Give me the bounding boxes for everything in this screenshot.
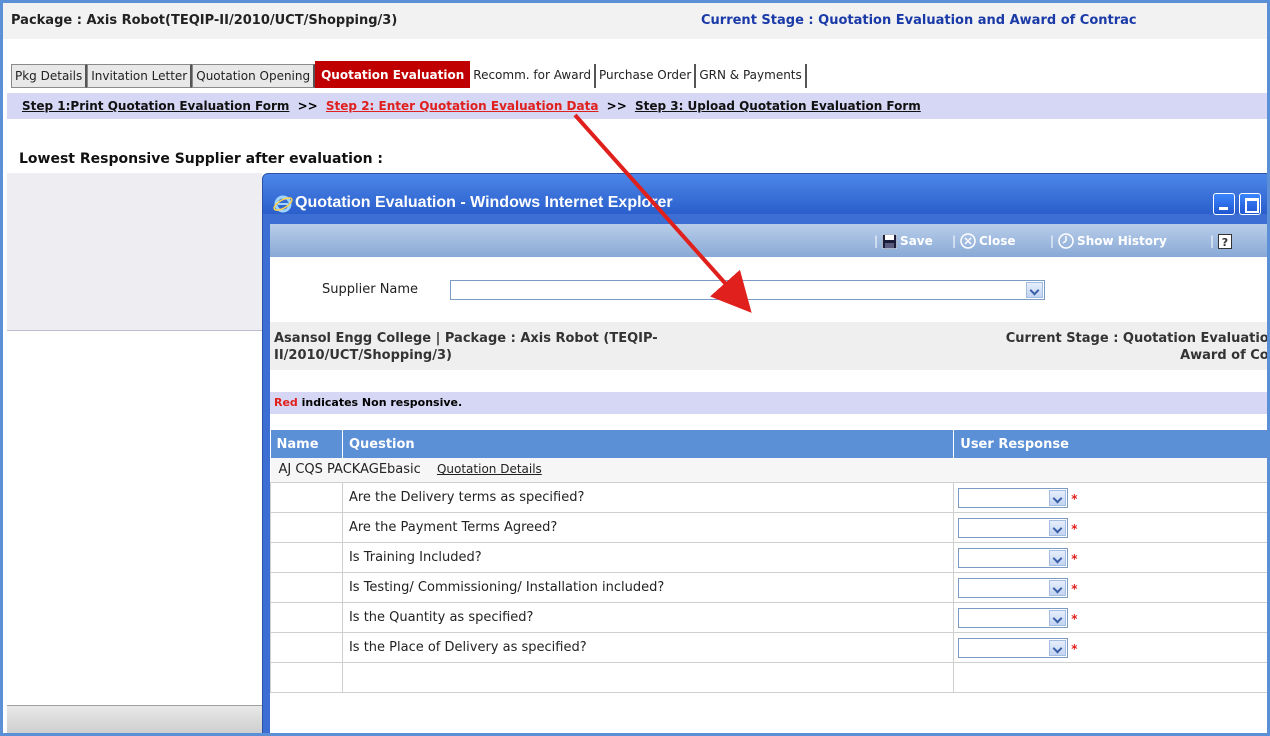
question-text: Are the Payment Terms Agreed? <box>341 511 955 543</box>
question-text: Is Testing/ Commissioning/ Installation … <box>341 571 955 603</box>
tab-quotation-opening[interactable]: Quotation Opening <box>192 64 316 88</box>
column-header-question: Question <box>342 430 955 458</box>
legend-text: indicates Non responsive. <box>297 396 463 409</box>
step-separator: >> <box>606 99 627 113</box>
response-select[interactable]: * <box>958 546 1078 568</box>
required-marker: * <box>1071 492 1078 506</box>
action-toolbar: | Save | Close | Show History | ? <box>270 224 1267 257</box>
table-row: Is Testing/ Commissioning/ Installation … <box>270 571 1267 603</box>
close-button[interactable]: | Close <box>952 232 1016 250</box>
context-bar: Asansol Engg College | Package : Axis Ro… <box>270 322 1270 370</box>
response-select[interactable]: * <box>958 636 1078 658</box>
context-stage-info: Current Stage : Quotation Evaluation Awa… <box>898 330 1270 364</box>
window-content: | Save | Close | Show History | ? Suppli… <box>270 224 1270 733</box>
table-row: Are the Payment Terms Agreed? * <box>270 511 1267 543</box>
response-select[interactable]: * <box>958 606 1078 628</box>
column-header-name: Name <box>270 430 343 458</box>
help-button[interactable]: | ? <box>1210 232 1235 250</box>
quotation-details-link[interactable]: Quotation Details <box>437 462 542 476</box>
tab-recomm-for-award[interactable]: Recomm. for Award <box>470 64 596 88</box>
context-stage-line2: Award of Con <box>1180 348 1270 363</box>
window-title: Quotation Evaluation - Windows Internet … <box>295 194 673 211</box>
response-select[interactable]: * <box>958 486 1078 508</box>
svg-text:?: ? <box>1222 236 1228 249</box>
save-button[interactable]: | Save <box>874 232 933 250</box>
chevron-down-icon[interactable] <box>1026 282 1043 298</box>
help-icon: ? <box>1218 233 1233 249</box>
required-marker: * <box>1071 522 1078 536</box>
evaluation-table: Name Question User Response AJ CQS PACKA… <box>270 430 1267 693</box>
current-stage-label: Current Stage : Quotation Evaluation and… <box>701 13 1137 28</box>
chevron-down-icon[interactable] <box>1049 640 1067 656</box>
package-title: Package : Axis Robot(TEQIP-II/2010/UCT/S… <box>11 13 398 28</box>
required-marker: * <box>1071 582 1078 596</box>
tab-grn-payments[interactable]: GRN & Payments <box>696 64 807 88</box>
context-stage-line1: Current Stage : Quotation Evaluation <box>1005 331 1270 346</box>
tab-quotation-evaluation[interactable]: Quotation Evaluation <box>315 61 471 88</box>
supplier-group-name: AJ CQS PACKAGEbasic <box>278 462 421 478</box>
lowest-supplier-label: Lowest Responsive Supplier after evaluat… <box>19 151 384 167</box>
save-label: Save <box>900 234 933 248</box>
required-marker: * <box>1071 642 1078 656</box>
window-titlebar[interactable]: Quotation Evaluation - Windows Internet … <box>263 174 1267 215</box>
chevron-down-icon[interactable] <box>1049 610 1067 626</box>
chevron-down-icon[interactable] <box>1049 580 1067 596</box>
minimize-button[interactable] <box>1213 193 1235 215</box>
quotation-evaluation-window: Quotation Evaluation - Windows Internet … <box>262 173 1270 733</box>
table-row <box>270 661 1267 693</box>
show-history-button[interactable]: | Show History <box>1050 232 1167 250</box>
response-select[interactable]: * <box>958 576 1078 598</box>
non-responsive-legend: Red indicates Non responsive. <box>270 392 1267 414</box>
context-package-info: Asansol Engg College | Package : Axis Ro… <box>274 331 658 363</box>
table-row: Are the Delivery terms as specified? * <box>270 481 1267 513</box>
question-text: Is the Place of Delivery as specified? <box>341 631 955 663</box>
close-label: Close <box>979 234 1016 248</box>
required-marker: * <box>1071 612 1078 626</box>
supplier-name-select[interactable] <box>450 280 1045 300</box>
table-row: Is Training Included? * <box>270 541 1267 573</box>
clock-icon <box>1058 233 1074 249</box>
maximize-button[interactable] <box>1239 193 1261 215</box>
question-text: Is Training Included? <box>341 541 955 573</box>
legend-red-word: Red <box>274 396 298 409</box>
tab-purchase-order[interactable]: Purchase Order <box>596 64 697 88</box>
chevron-down-icon[interactable] <box>1049 520 1067 536</box>
left-panel <box>7 173 262 331</box>
left-panel-footer <box>7 705 262 733</box>
question-text: Are the Delivery terms as specified? <box>341 481 955 513</box>
app-frame: Package : Axis Robot(TEQIP-II/2010/UCT/S… <box>0 0 1270 736</box>
required-marker: * <box>1071 552 1078 566</box>
steps-bar: Step 1:Print Quotation Evaluation Form >… <box>7 93 1267 119</box>
step-2-link[interactable]: Step 2: Enter Quotation Evaluation Data <box>326 99 599 113</box>
response-select[interactable]: * <box>958 516 1078 538</box>
floppy-disk-icon <box>882 233 897 249</box>
step-3-link[interactable]: Step 3: Upload Quotation Evaluation Form <box>635 99 921 113</box>
supplier-name-label: Supplier Name <box>322 282 419 297</box>
chevron-down-icon[interactable] <box>1049 550 1067 566</box>
table-row: Is the Place of Delivery as specified? * <box>270 631 1267 663</box>
tab-invitation-letter[interactable]: Invitation Letter <box>87 64 193 88</box>
chevron-down-icon[interactable] <box>1049 490 1067 506</box>
tab-pkg-details[interactable]: Pkg Details <box>11 64 88 88</box>
show-history-label: Show History <box>1077 234 1167 248</box>
column-header-user-response: User Response <box>953 430 1267 458</box>
table-row: Is the Quantity as specified? * <box>270 601 1267 633</box>
close-circle-icon <box>960 233 976 249</box>
internet-explorer-icon <box>273 195 293 213</box>
supplier-group-row: AJ CQS PACKAGEbasic Quotation Details <box>270 458 1267 482</box>
question-text: Is the Quantity as specified? <box>341 601 955 633</box>
step-1-link[interactable]: Step 1:Print Quotation Evaluation Form <box>22 99 289 113</box>
tab-bar: Pkg Details Invitation Letter Quotation … <box>11 61 807 88</box>
step-separator: >> <box>297 99 318 113</box>
package-header: Package : Axis Robot(TEQIP-II/2010/UCT/S… <box>3 3 1267 39</box>
